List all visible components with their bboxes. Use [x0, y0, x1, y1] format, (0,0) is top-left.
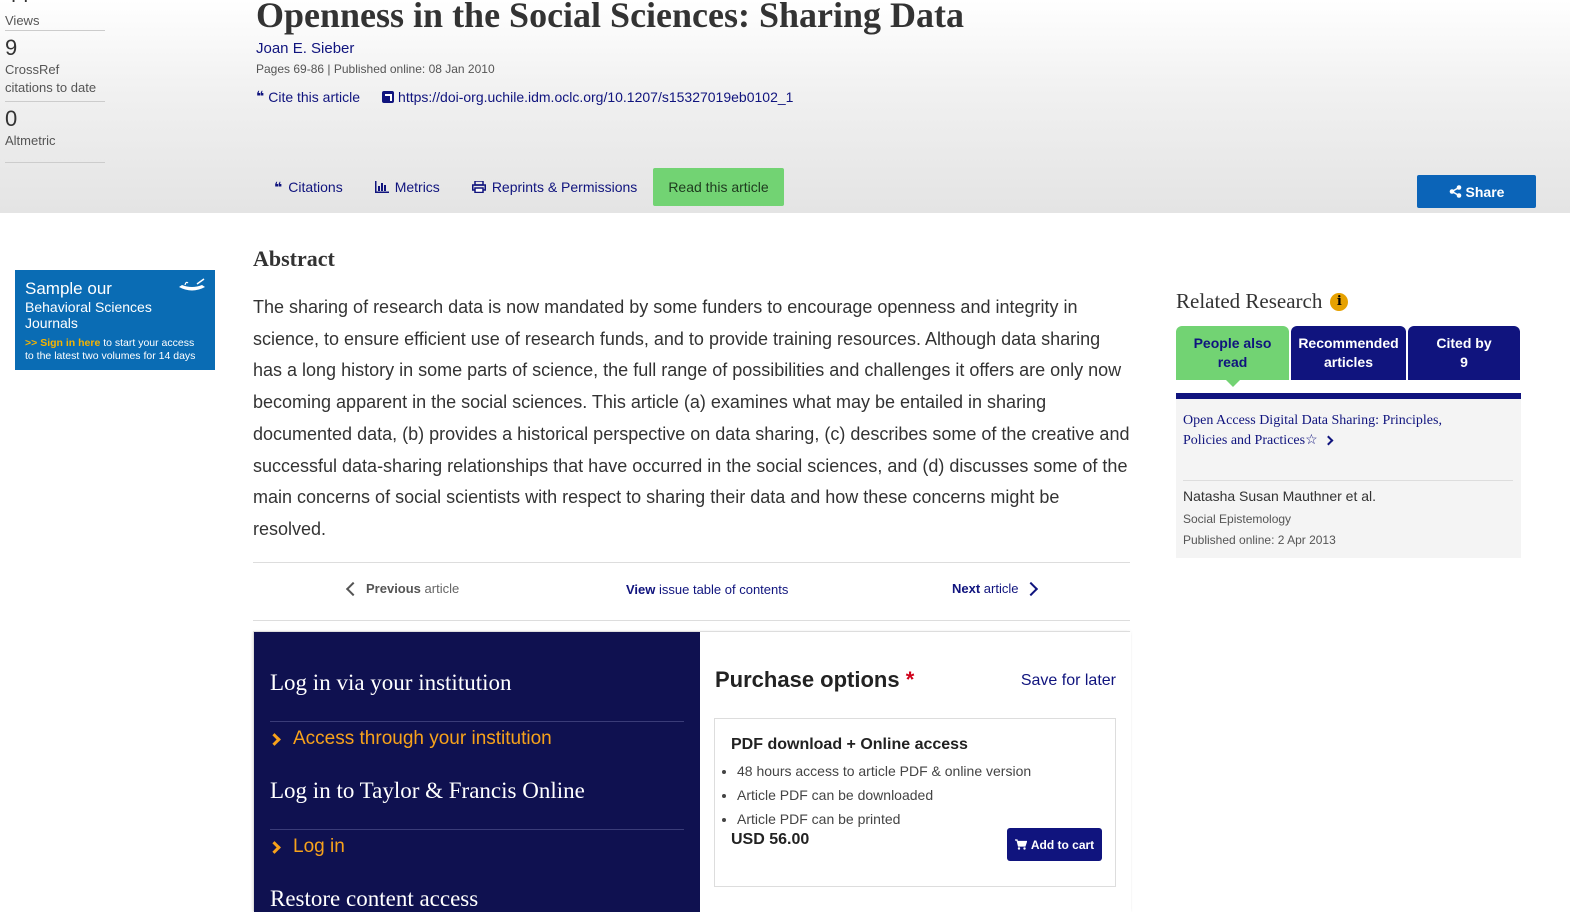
bar-chart-icon	[374, 181, 389, 193]
cite-row: ❝ Cite this article https://doi-org.uchi…	[256, 88, 793, 105]
tab-citations-label: Citations	[288, 179, 343, 195]
share-icon	[1449, 185, 1461, 198]
divider	[1183, 480, 1513, 481]
feature-item: 48 hours access to article PDF & online …	[737, 759, 1031, 783]
ad-line2: Behavioral Sciences	[25, 299, 152, 315]
related-item-published: Published online: 2 Apr 2013	[1183, 533, 1336, 547]
price: USD 56.00	[731, 831, 810, 848]
feature-item: Article PDF can be printed	[737, 807, 1031, 831]
abstract-heading: Abstract	[253, 246, 335, 271]
option-title: PDF download + Online access	[731, 736, 968, 753]
external-link-icon	[382, 90, 395, 103]
crossref-label: CrossRef citations to date	[5, 62, 97, 95]
pages-info: Pages 69-86 | Published online: 08 Jan 2…	[256, 62, 495, 76]
doi-link[interactable]: https://doi-org.uchile.idm.oclc.org/10.1…	[382, 89, 793, 105]
chevron-left-icon	[345, 581, 361, 596]
divider	[270, 829, 684, 830]
chevron-right-icon	[268, 840, 281, 854]
article-tabs: ❝ Citations Metrics Reprints & Permissio…	[258, 168, 784, 206]
access-institution-link[interactable]: Access through your institution	[268, 728, 552, 750]
chevron-right-icon	[1323, 435, 1334, 446]
tab-metrics-label: Metrics	[394, 179, 440, 195]
metric-altmetric[interactable]: 0 Altmetric	[5, 102, 105, 163]
info-icon[interactable]: i	[1330, 292, 1349, 311]
printer-icon	[471, 181, 486, 193]
ad-line3: Journals	[25, 315, 78, 331]
next-article-link[interactable]: Next article	[952, 581, 1039, 596]
chevron-right-icon	[1024, 581, 1039, 596]
issue-toc-link[interactable]: View issue table of contents	[626, 582, 788, 597]
login-link[interactable]: Log in	[268, 836, 345, 858]
share-label: Share	[1465, 183, 1505, 200]
restore-access-heading: Restore content access	[270, 886, 479, 911]
option-features: 48 hours access to article PDF & online …	[737, 759, 1031, 831]
article-metrics: 44 Views 9 CrossRefcitations to date 0 A…	[5, 0, 105, 163]
cite-article-link[interactable]: ❝ Cite this article	[256, 88, 360, 105]
related-item-authors: Natasha Susan Mauthner et al.	[1183, 488, 1377, 504]
related-tabs: People also read Recommended articles Cite…	[1176, 326, 1520, 387]
metric-views: 44 Views	[5, 0, 105, 31]
tab-metrics[interactable]: Metrics	[359, 168, 456, 206]
tab-recommended-articles[interactable]: Recommended articles	[1291, 326, 1406, 380]
open-access-icon: ☆	[1305, 433, 1318, 448]
quote-icon: ❝	[256, 88, 265, 104]
ad-signin-link[interactable]: Sign in here	[40, 337, 100, 349]
share-button[interactable]: Share	[1417, 175, 1536, 208]
tab-reprints-label: Reprints & Permissions	[491, 179, 638, 195]
tab-people-also-read[interactable]: People also read	[1176, 326, 1289, 387]
related-list: Open Access Digital Data Sharing: Princi…	[1176, 393, 1521, 558]
tf-login-heading: Log in to Taylor & Francis Online	[270, 778, 585, 803]
sample-journals-ad[interactable]: Sample our Behavioral Sciences Journals …	[15, 270, 215, 370]
tab-reprints[interactable]: Reprints & Permissions	[456, 168, 654, 206]
read-article-button[interactable]: Read this article	[653, 168, 784, 206]
purchase-option: PDF download + Online access 48 hours ac…	[714, 718, 1116, 887]
cite-label: Cite this article	[268, 88, 361, 105]
altmetric-count: 0	[5, 106, 18, 131]
metric-crossref[interactable]: 9 CrossRef citations to date	[5, 31, 105, 102]
doi-text: https://doi-org.uchile.idm.oclc.org/10.1…	[398, 88, 794, 105]
article-navigation: Previous article View issue table of con…	[253, 562, 1130, 621]
views-count: 44	[5, 0, 29, 8]
article-title: Openness in the Social Sciences: Sharing…	[256, 0, 965, 35]
related-item-journal: Social Epistemology	[1183, 512, 1292, 526]
purchase-heading: Purchase options *	[715, 667, 915, 692]
crossref-count: 9	[5, 35, 18, 60]
author-link[interactable]: Joan E. Sieber	[256, 40, 354, 57]
institution-login-panel: Log in via your institution Access throu…	[254, 632, 700, 912]
save-for-later-link[interactable]: Save for later	[1021, 672, 1116, 690]
related-item-title[interactable]: Open Access Digital Data Sharing: Princi…	[1183, 411, 1483, 451]
add-to-cart-button[interactable]: Add to cart	[1007, 828, 1102, 861]
previous-article-link[interactable]: Previous article	[345, 581, 459, 596]
cart-icon	[1014, 839, 1027, 850]
tab-cited-by[interactable]: Cited by 9	[1408, 326, 1520, 380]
divider	[270, 721, 684, 722]
feature-item: Article PDF can be downloaded	[737, 783, 1031, 807]
related-research-heading: Related Research i	[1176, 289, 1349, 314]
ad-signin-text: >> Sign in here to start your access to t…	[25, 337, 196, 362]
institution-heading: Log in via your institution	[270, 670, 512, 695]
altmetric-label: Altmetric	[5, 133, 56, 148]
tab-citations[interactable]: ❝ Citations	[258, 168, 359, 206]
access-panel: Log in via your institution Access throu…	[253, 631, 1131, 912]
views-label: Views	[5, 13, 40, 28]
chevron-right-icon	[268, 732, 281, 746]
purchase-panel: Purchase options * Save for later PDF do…	[700, 632, 1131, 912]
abstract-text: The sharing of research data is now mand…	[253, 297, 1130, 539]
quote-icon: ❝	[274, 178, 283, 195]
lamp-logo-icon	[179, 278, 205, 291]
